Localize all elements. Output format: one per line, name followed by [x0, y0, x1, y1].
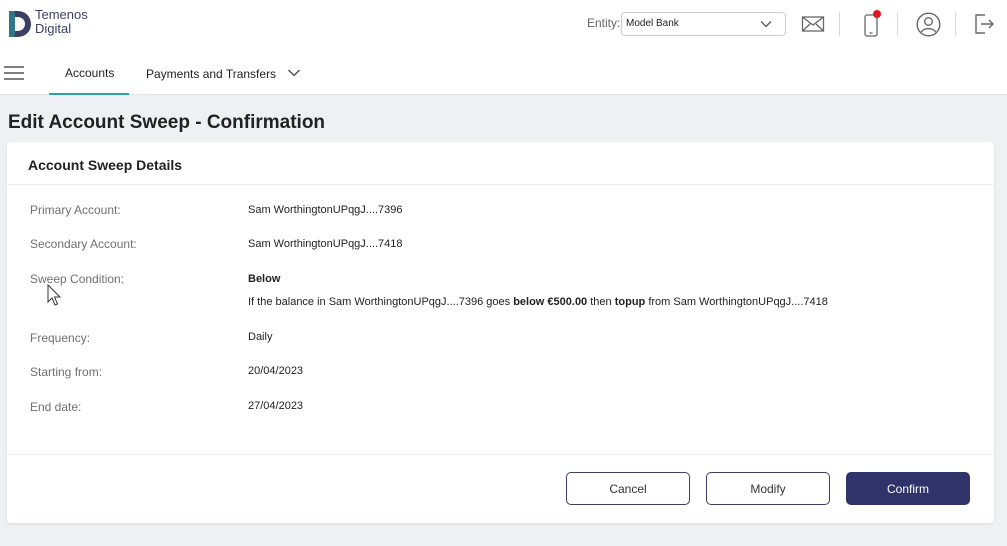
starting-from-label: Starting from:: [30, 365, 103, 379]
brand-line-1: Temenos: [35, 7, 88, 22]
secondary-account-label: Secondary Account:: [30, 237, 137, 251]
confirm-button[interactable]: Confirm: [846, 472, 970, 505]
footer-divider: [7, 454, 994, 455]
condition-text-part: If the balance in Sam WorthingtonUPqgJ..…: [248, 296, 514, 308]
divider: [955, 12, 956, 36]
modify-button[interactable]: Modify: [706, 472, 830, 505]
entity-value: Model Bank: [626, 18, 679, 29]
secondary-account-value: Sam WorthingtonUPqgJ....7418: [248, 238, 403, 250]
mouse-cursor-icon: [47, 284, 62, 306]
chevron-down-icon: [760, 21, 772, 28]
primary-account-label: Primary Account:: [30, 203, 121, 217]
condition-threshold: below €500.00: [513, 296, 588, 308]
logo-d-icon: [9, 11, 31, 37]
tab-accounts-label: Accounts: [65, 66, 115, 80]
section-title: Account Sweep Details: [28, 157, 183, 173]
end-date-label: End date:: [30, 400, 82, 414]
condition-text-part: from Sam WorthingtonUPqgJ....7418: [645, 296, 828, 308]
temenos-logo[interactable]: Temenos Digital: [7, 8, 127, 40]
cancel-button[interactable]: Cancel: [566, 472, 690, 505]
account-sweep-details-card: Account Sweep Details Primary Account: S…: [7, 142, 994, 523]
starting-from-value: 20/04/2023: [248, 365, 304, 377]
notification-dot: [873, 10, 881, 18]
divider: [839, 12, 840, 36]
user-profile-icon[interactable]: [916, 12, 941, 37]
frequency-label: Frequency:: [30, 331, 91, 345]
main-nav: Accounts Payments and Transfers: [0, 50, 1007, 95]
tab-accounts[interactable]: Accounts: [49, 50, 129, 95]
logo-text: Temenos Digital: [35, 8, 88, 36]
chevron-down-icon[interactable]: [287, 66, 301, 80]
condition-text-part: then: [587, 296, 615, 308]
entity-select[interactable]: Model Bank: [621, 12, 786, 36]
mail-icon[interactable]: [801, 14, 825, 34]
mobile-device-icon[interactable]: [862, 10, 882, 38]
page-title: Edit Account Sweep - Confirmation: [8, 112, 326, 133]
logout-icon[interactable]: [972, 12, 996, 36]
card-header: Account Sweep Details: [7, 142, 994, 185]
sweep-condition-description: If the balance in Sam WorthingtonUPqgJ..…: [248, 296, 828, 308]
entity-label: Entity:: [587, 16, 621, 30]
sweep-condition-value: Below: [248, 273, 281, 285]
tab-payments-and-transfers[interactable]: Payments and Transfers: [146, 67, 276, 81]
sweep-condition-label: Sweep Condition:: [30, 272, 125, 286]
condition-action: topup: [614, 296, 646, 308]
frequency-value: Daily: [248, 331, 273, 343]
primary-account-value: Sam WorthingtonUPqgJ....7396: [248, 204, 403, 216]
end-date-value: 27/04/2023: [248, 400, 304, 412]
divider: [897, 12, 898, 36]
top-bar: Temenos Digital Entity: Model Bank: [0, 0, 1007, 50]
brand-line-2: Digital: [35, 21, 72, 36]
hamburger-menu-icon[interactable]: [4, 66, 24, 80]
